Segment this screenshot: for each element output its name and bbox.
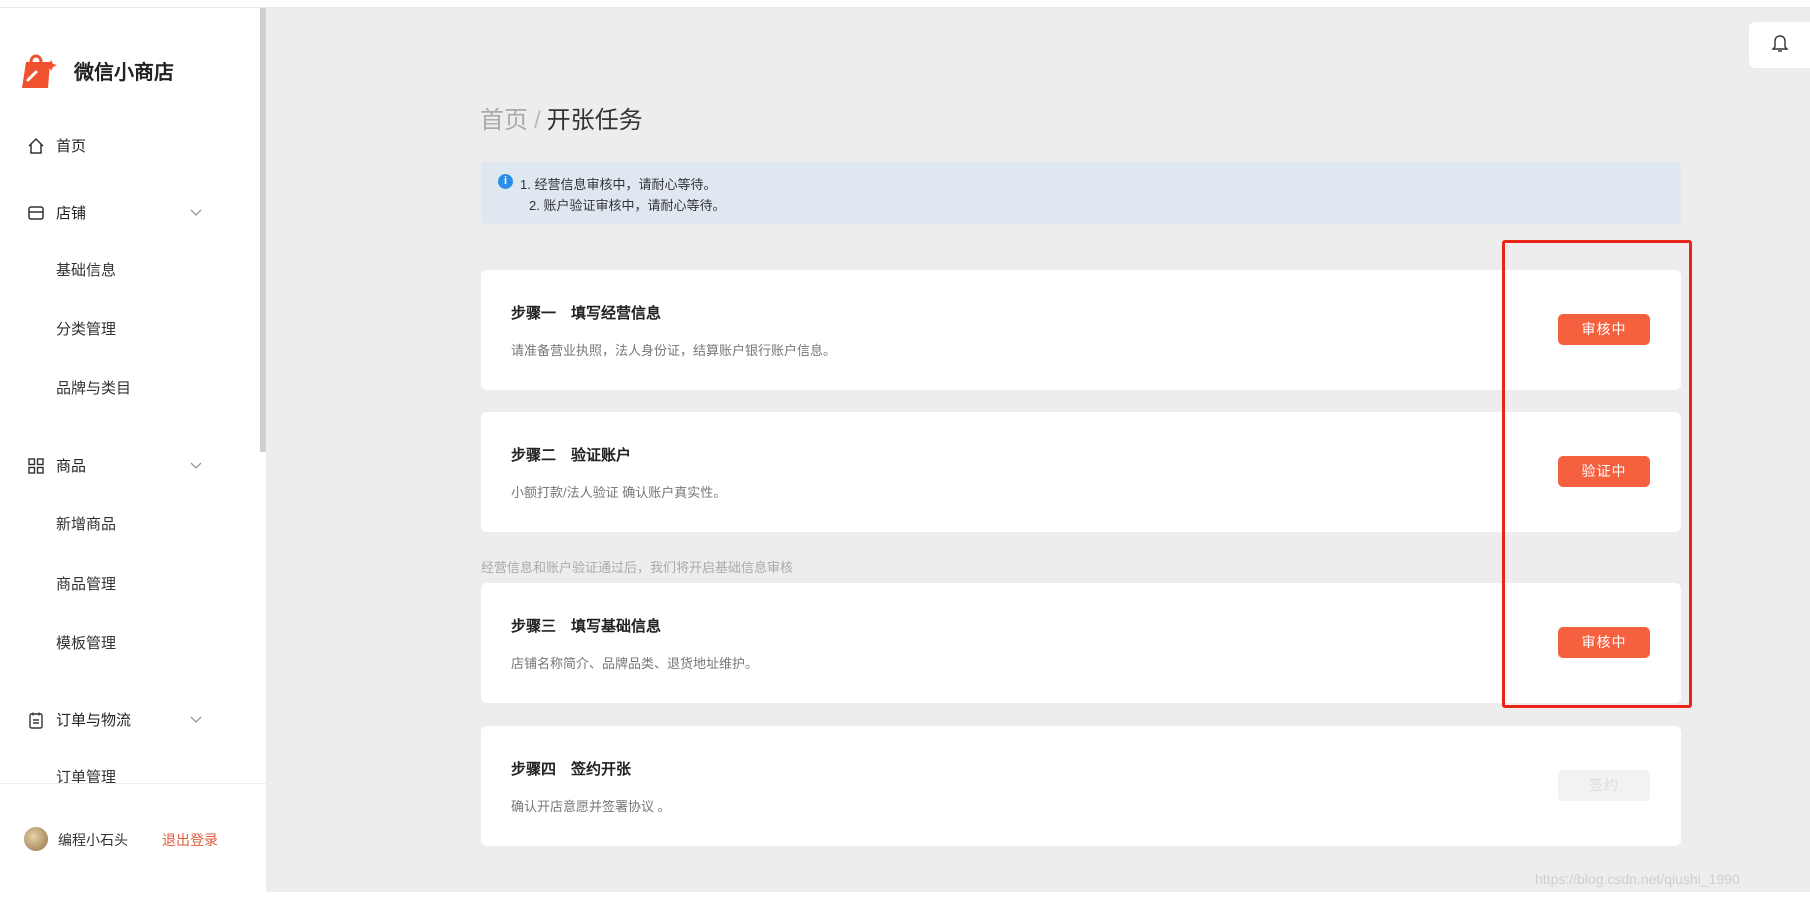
notice-line: 1. 经营信息审核中，请耐心等待。 — [520, 177, 717, 192]
username: 编程小石头 — [58, 832, 128, 848]
review-hint: 经营信息和账户验证通过后，我们将开启基础信息审核 — [481, 560, 794, 575]
grid-icon — [26, 456, 46, 476]
page-title: 开张任务 — [546, 107, 643, 134]
sidebar-item-goods[interactable]: 商品 — [26, 455, 202, 476]
chevron-down-icon — [188, 204, 204, 220]
avatar[interactable] — [24, 827, 48, 851]
watermark: https://blog.csdn.net/qiushi_1990 — [1535, 871, 1740, 887]
shopping-bag-icon — [20, 50, 58, 90]
sidebar-item-orders[interactable]: 订单与物流 — [26, 709, 202, 730]
sidebar-item-label: 首页 — [56, 138, 87, 155]
chevron-down-icon — [188, 711, 204, 727]
chevron-down-icon — [188, 457, 204, 473]
bell-icon — [1771, 33, 1789, 58]
status-notice: i 1. 经营信息审核中，请耐心等待。 2. 账户验证审核中，请耐心等待。 — [481, 162, 1681, 224]
sidebar-item-template[interactable]: 模板管理 — [56, 632, 116, 653]
notification-button[interactable] — [1749, 22, 1810, 68]
step-card-4: 步骤四 签约开张 确认开店意愿并签署协议 。 签约 — [481, 726, 1681, 846]
sidebar-item-brand[interactable]: 品牌与类目 — [56, 377, 131, 398]
sidebar-item-goods-manage[interactable]: 商品管理 — [56, 573, 116, 594]
step-title: 步骤二 验证账户 — [511, 447, 632, 464]
top-border — [0, 0, 1810, 8]
sidebar-item-home[interactable]: 首页 — [26, 135, 86, 156]
sidebar-footer: 编程小石头 退出登录 — [0, 783, 266, 892]
sidebar-item-category[interactable]: 分类管理 — [56, 318, 116, 339]
sidebar-item-new-goods[interactable]: 新增商品 — [56, 513, 116, 534]
sidebar: 微信小商店 首页 店铺 基础信息 分类管理 品牌与类目 商品 新增商品 商品管理… — [0, 8, 266, 892]
step-card-1: 步骤一 填写经营信息 请准备营业执照，法人身份证，结算账户银行账户信息。 审核中 — [481, 270, 1681, 390]
step-description: 小额打款/法人验证 确认账户真实性。 — [511, 485, 727, 500]
sidebar-item-label: 商品 — [56, 458, 87, 475]
breadcrumb-home[interactable]: 首页 — [480, 107, 528, 134]
step-description: 店铺名称简介、品牌品类、退货地址维护。 — [511, 656, 759, 671]
sign-button[interactable]: 签约 — [1558, 770, 1650, 801]
step-description: 确认开店意愿并签署协议 。 — [511, 799, 671, 814]
sidebar-item-label: 订单与物流 — [56, 712, 132, 729]
step-title: 步骤一 填写经营信息 — [511, 305, 662, 322]
clipboard-icon — [26, 710, 46, 730]
logo[interactable]: 微信小商店 — [20, 50, 174, 90]
logout-link[interactable]: 退出登录 — [162, 830, 218, 850]
sidebar-item-store[interactable]: 店铺 — [26, 202, 202, 223]
breadcrumb: 首页 / 开张任务 — [480, 100, 643, 135]
breadcrumb-separator: / — [534, 107, 541, 134]
annotation-highlight-box — [1502, 240, 1692, 708]
app-title: 微信小商店 — [74, 61, 174, 84]
info-icon: i — [498, 174, 513, 189]
step-card-2: 步骤二 验证账户 小额打款/法人验证 确认账户真实性。 验证中 — [481, 412, 1681, 532]
step-card-3: 步骤三 填写基础信息 店铺名称简介、品牌品类、退货地址维护。 审核中 — [481, 583, 1681, 703]
step-title: 步骤三 填写基础信息 — [511, 618, 662, 635]
sidebar-item-basic-info[interactable]: 基础信息 — [56, 259, 116, 280]
sidebar-item-label: 店铺 — [56, 205, 87, 222]
step-description: 请准备营业执照，法人身份证，结算账户银行账户信息。 — [511, 343, 837, 358]
home-icon — [26, 136, 46, 156]
store-icon — [26, 203, 46, 223]
step-title: 步骤四 签约开张 — [511, 761, 632, 778]
notice-line: 2. 账户验证审核中，请耐心等待。 — [529, 198, 726, 213]
